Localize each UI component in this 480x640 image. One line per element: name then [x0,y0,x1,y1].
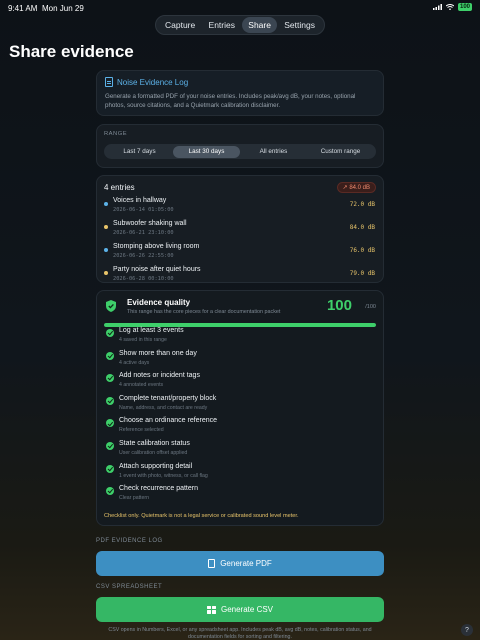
status-icons: 100 [432,3,472,11]
checklist-title: Check recurrence pattern [119,485,198,493]
table-icon [206,605,216,614]
range-card: RANGE Last 7 days Last 30 days All entri… [96,124,384,168]
cellular-icon [432,4,442,10]
quality-score: 100 [326,297,352,314]
tab-capture[interactable]: Capture [159,17,201,33]
quality-title: Evidence quality [127,298,191,307]
check-circle-icon [106,441,114,450]
checklist-title: Add notes or incident tags [119,372,200,380]
check-circle-icon [106,351,114,360]
check-circle-icon [106,374,114,383]
generate-pdf-button[interactable]: Generate PDF [96,551,384,576]
entry-dot [104,248,108,252]
shield-check-icon [106,300,116,312]
entry-row[interactable]: Voices in hallway 2026-06-14 01:05:00 72… [104,197,376,216]
status-time: 9:41 AM [8,4,38,13]
entry-row[interactable]: Subwoofer shaking wall 2026-06-21 23:10:… [104,220,376,239]
arrow-up-right-icon: ↗ [342,185,348,191]
checklist-title: Complete tenant/property block [119,394,217,402]
checklist-subtitle: Clear pattern [119,495,149,502]
checklist-subtitle: 4 saved in this range [119,337,167,343]
check-circle-icon [106,396,114,405]
entry-row[interactable]: Stomping above living room 2026-06-26 22… [104,243,376,262]
entry-name: Voices in hallway [113,197,167,204]
checklist-subtitle: Reference selected [119,427,164,434]
check-circle-icon [106,464,114,473]
tab-settings[interactable]: Settings [278,17,321,33]
checklist-title: State calibration status [119,439,190,447]
entry-dot [104,271,108,275]
entry-db: 79.0 dB [349,270,375,277]
status-bar: 9:41 AM Mon Jun 29 100 [0,0,480,16]
entry-timestamp: 2026-06-14 01:05:00 [113,207,174,213]
tab-share[interactable]: Share [242,17,277,33]
entry-timestamp: 2026-06-26 22:55:00 [113,253,174,259]
checklist-title: Choose an ordinance reference [119,417,218,425]
entries-card: 4 entries ↗ 84.0 dB Voices in hallway 20… [96,175,384,283]
max-db-badge: ↗ 84.0 dB [336,182,376,193]
pdf-section-label: PDF EVIDENCE LOG [96,538,163,544]
checklist-subtitle: 1 event with photo, witness, or call fla… [119,472,208,479]
checklist-title: Show more than one day [119,349,197,357]
entry-dot [104,225,108,229]
check-circle-icon [106,487,114,496]
info-description: Generate a formatted PDF of your noise e… [105,93,356,109]
entry-db: 72.0 dB [349,201,375,208]
range-segmented-control: Last 7 days Last 30 days All entries Cus… [104,144,376,159]
range-option-last-30-days[interactable]: Last 30 days [173,145,240,158]
generate-csv-label: Generate CSV [220,605,274,614]
quality-max: /100 [365,304,376,310]
status-date: Mon Jun 29 [42,4,84,13]
csv-section-label: CSV SPREADSHEET [96,584,163,590]
entry-dot [104,202,108,206]
checklist-item: Show more than one day 4 active days [104,350,376,373]
generate-csv-button[interactable]: Generate CSV [96,597,384,622]
range-option-last-7-days[interactable]: Last 7 days [106,146,173,158]
entry-row[interactable]: Party noise after quiet hours 2026-06-28… [104,266,376,285]
top-tab-bar: Capture Entries Share Settings [155,15,325,35]
pdf-document-icon [208,559,216,568]
entry-db: 76.0 dB [349,247,375,254]
entry-name: Stomping above living room [113,243,200,250]
document-icon [105,77,113,87]
check-circle-icon [106,419,114,428]
quality-subtitle: This range has the core pieces for a cle… [127,309,281,315]
checklist-item: Add notes or incident tags 4 annotated e… [104,372,376,395]
wifi-icon [445,4,454,10]
checklist-item: Choose an ordinance reference Reference … [104,417,376,440]
entries-count: 4 entries [104,183,135,192]
page-title: Share evidence [9,42,134,61]
checklist-item: Check recurrence pattern Clear pattern [104,485,376,508]
check-circle-icon [106,329,114,337]
range-label: RANGE [104,131,128,137]
entry-timestamp: 2026-06-21 23:10:00 [113,230,174,236]
max-db-value: 84.0 dB [349,185,370,191]
checklist-item: State calibration status User calibratio… [104,440,376,463]
entry-timestamp: 2026-06-28 00:10:00 [113,276,174,282]
checklist-title: Log at least 3 events [119,327,184,334]
quality-disclaimer: Checklist only. Quietmark is not a legal… [104,513,299,519]
entry-db: 84.0 dB [349,224,375,231]
checklist-subtitle: User calibration offset applied [119,449,188,456]
evidence-quality-card: Evidence quality This range has the core… [96,290,384,526]
info-title: Noise Evidence Log [117,77,189,87]
battery-icon: 100 [457,3,472,11]
generate-pdf-label: Generate PDF [220,559,272,568]
checklist-item: Complete tenant/property block Name, add… [104,395,376,418]
range-option-custom-range[interactable]: Custom range [307,146,374,158]
tab-entries[interactable]: Entries [203,17,241,33]
info-card: Noise Evidence Log Generate a formatted … [96,70,384,116]
checklist-subtitle: Name, address, and contact are ready [119,404,208,411]
csv-footnote: CSV opens in Numbers, Excel, or any spre… [108,627,372,640]
checklist-item: Attach supporting detail 1 event with ph… [104,463,376,486]
checklist-item: Log at least 3 events 4 saved in this ra… [104,327,376,350]
checklist-subtitle: 4 annotated events [119,382,164,389]
help-icon[interactable]: ? [461,624,473,636]
range-option-all-entries[interactable]: All entries [240,146,307,158]
entry-name: Party noise after quiet hours [113,266,201,273]
checklist-title: Attach supporting detail [119,462,193,470]
checklist-subtitle: 4 active days [119,359,150,366]
entry-name: Subwoofer shaking wall [113,220,187,227]
